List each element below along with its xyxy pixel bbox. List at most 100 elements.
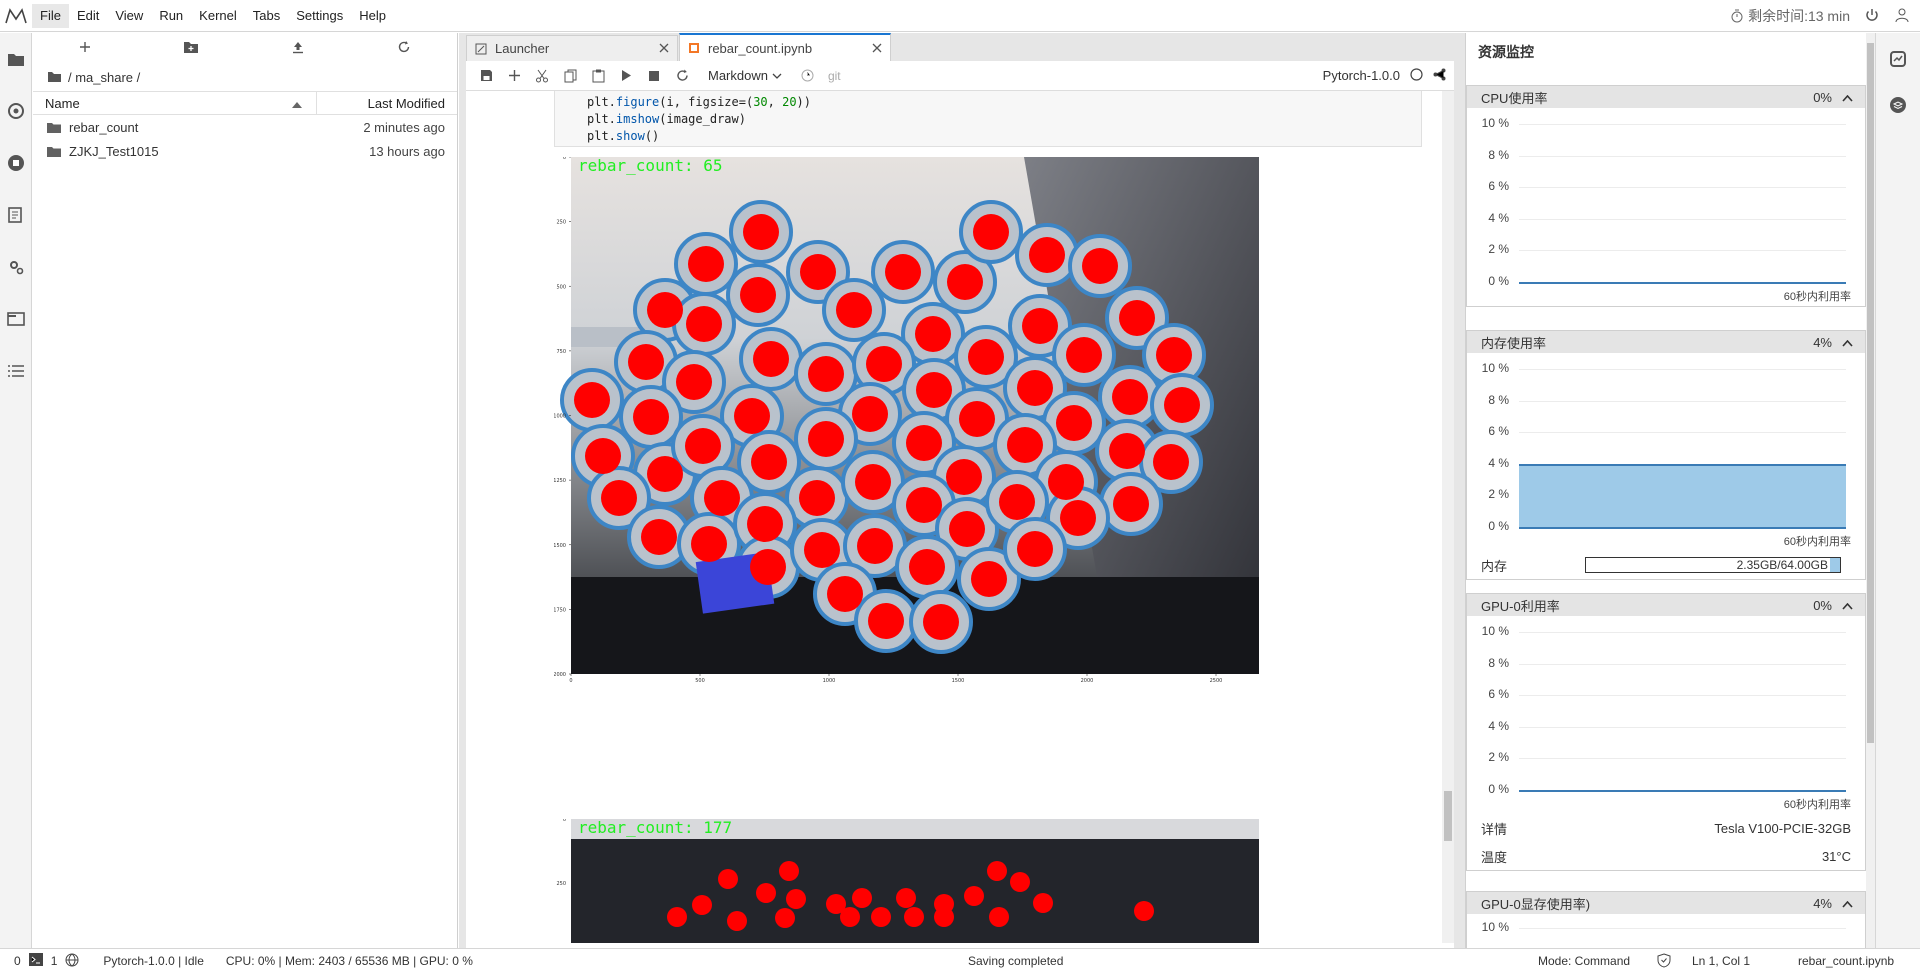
grid-line bbox=[1519, 124, 1846, 125]
git-icon[interactable] bbox=[0, 85, 32, 137]
resource-monitor-icon[interactable] bbox=[1876, 33, 1920, 85]
cell-type-select[interactable]: Markdown bbox=[708, 68, 782, 83]
new-folder-icon[interactable] bbox=[183, 40, 199, 57]
user-icon[interactable] bbox=[1894, 7, 1910, 26]
panel-splitter[interactable] bbox=[1454, 33, 1465, 948]
detection-dot bbox=[949, 511, 985, 547]
detection-dot bbox=[906, 425, 942, 461]
file-row[interactable]: rebar_count 2 minutes ago bbox=[33, 115, 457, 139]
notebook-content[interactable]: plt.figure(i, figsize=(30, 20)) plt.imsh… bbox=[466, 91, 1442, 943]
detection-dot bbox=[1007, 427, 1043, 463]
monitor-scrollbar[interactable] bbox=[1866, 33, 1875, 948]
chevron-up-icon[interactable] bbox=[1842, 598, 1853, 613]
code-cell[interactable]: plt.figure(i, figsize=(30, 20)) plt.imsh… bbox=[554, 91, 1422, 147]
gpu-memory-chart: 10 % bbox=[1467, 914, 1865, 944]
terminal-count[interactable]: 0 bbox=[0, 954, 29, 968]
notebook-scrollbar[interactable] bbox=[1442, 91, 1454, 943]
kernel-state[interactable]: Pytorch-1.0.0 | Idle bbox=[95, 954, 212, 968]
y-tick-label: 4 % bbox=[1488, 718, 1509, 733]
resource-usage: CPU: 0% | Mem: 2403 / 65536 MB | GPU: 0 … bbox=[225, 954, 473, 968]
paste-icon[interactable] bbox=[586, 64, 610, 88]
tabs-panel-icon[interactable] bbox=[0, 293, 32, 345]
scrollbar-thumb[interactable] bbox=[1867, 43, 1874, 743]
folder-icon[interactable] bbox=[0, 33, 32, 85]
power-icon[interactable] bbox=[1864, 7, 1880, 26]
menu-kernel[interactable]: Kernel bbox=[191, 4, 245, 28]
insert-cell-icon[interactable] bbox=[502, 64, 526, 88]
kernel-name[interactable]: Pytorch-1.0.0 bbox=[1323, 68, 1400, 83]
launcher-tab-icon bbox=[475, 43, 487, 54]
chevron-up-icon[interactable] bbox=[1842, 90, 1853, 105]
code-line: plt.figure(i, figsize=(30, 20)) bbox=[587, 95, 811, 109]
menu-settings[interactable]: Settings bbox=[288, 4, 351, 28]
panel-header[interactable]: 内存使用率 4% bbox=[1467, 331, 1865, 353]
save-icon[interactable] bbox=[474, 64, 498, 88]
detection-dot bbox=[804, 532, 840, 568]
detection-dot bbox=[808, 356, 844, 392]
panel-header[interactable]: GPU-0显存使用率) 4% bbox=[1467, 892, 1865, 914]
grid-line bbox=[1519, 726, 1846, 728]
new-launcher-icon[interactable] bbox=[79, 41, 91, 56]
scrollbar-thumb[interactable] bbox=[1444, 791, 1452, 841]
running-stop-icon[interactable] bbox=[0, 137, 32, 189]
column-name-header[interactable]: Name bbox=[33, 92, 317, 114]
tab-notebook[interactable]: rebar_count.ipynb bbox=[679, 33, 891, 61]
detection-dot bbox=[987, 861, 1007, 881]
column-modified-header[interactable]: Last Modified bbox=[317, 96, 457, 111]
command-mode[interactable]: Mode: Command bbox=[1530, 954, 1638, 968]
panel-value: 0% bbox=[1813, 89, 1832, 105]
tab-launcher[interactable]: Launcher bbox=[466, 35, 678, 61]
close-icon[interactable] bbox=[659, 41, 669, 56]
chevron-up-icon[interactable] bbox=[1842, 896, 1853, 911]
table-of-contents-icon[interactable] bbox=[0, 345, 32, 397]
kernel-count[interactable]: 1 bbox=[43, 954, 66, 968]
x-tick-label: 2500 bbox=[1210, 678, 1223, 684]
chevron-up-icon[interactable] bbox=[1842, 335, 1853, 350]
stop-icon[interactable] bbox=[642, 64, 666, 88]
share-icon[interactable] bbox=[1433, 68, 1446, 84]
copy-icon[interactable] bbox=[558, 64, 582, 88]
cursor-position[interactable]: Ln 1, Col 1 bbox=[1684, 954, 1758, 968]
panel-title: CPU使用率 bbox=[1481, 90, 1548, 106]
panel-value: 4% bbox=[1813, 895, 1832, 911]
detection-dot bbox=[968, 339, 1004, 375]
extension-layers-icon[interactable] bbox=[1876, 85, 1920, 125]
refresh-icon[interactable] bbox=[397, 40, 411, 57]
detection-dot bbox=[1056, 405, 1092, 441]
close-icon[interactable] bbox=[872, 41, 882, 56]
run-icon[interactable] bbox=[614, 64, 638, 88]
output-image-plot: rebar_count: 177 0 250 bbox=[556, 819, 1259, 943]
breadcrumb: / ma_share / bbox=[33, 63, 457, 91]
detection-dot bbox=[973, 214, 1009, 250]
settings-gear-icon[interactable] bbox=[0, 241, 32, 293]
y-tick-label: 0 % bbox=[1488, 273, 1509, 288]
menu-edit[interactable]: Edit bbox=[69, 4, 107, 28]
menu-help[interactable]: Help bbox=[351, 4, 394, 28]
breadcrumb-path[interactable]: / ma_share / bbox=[68, 70, 140, 85]
restart-icon[interactable] bbox=[670, 64, 694, 88]
clock-icon[interactable] bbox=[796, 64, 820, 88]
gpu-detail-value: Tesla V100-PCIE-32GB bbox=[1714, 820, 1851, 836]
panel-splitter[interactable] bbox=[459, 33, 466, 948]
cut-icon[interactable] bbox=[530, 64, 554, 88]
sort-up-icon bbox=[292, 96, 302, 111]
detection-dot bbox=[751, 444, 787, 480]
detection-dot bbox=[916, 372, 952, 408]
upload-icon[interactable] bbox=[291, 40, 305, 57]
detection-dot bbox=[852, 888, 872, 908]
detection-dot bbox=[750, 549, 786, 585]
file-row[interactable]: ZJKJ_Test1015 13 hours ago bbox=[33, 139, 457, 163]
y-tick-label: 10 % bbox=[1481, 920, 1509, 934]
inspector-shield-icon[interactable] bbox=[1657, 953, 1671, 971]
git-label[interactable]: git bbox=[828, 69, 841, 83]
panel-header[interactable]: CPU使用率 0% bbox=[1467, 86, 1865, 108]
panel-header[interactable]: GPU-0利用率 0% bbox=[1467, 594, 1865, 616]
commands-palette-icon[interactable] bbox=[0, 189, 32, 241]
y-tick-label: 1000 bbox=[554, 414, 566, 420]
menu-run[interactable]: Run bbox=[151, 4, 191, 28]
menu-tabs[interactable]: Tabs bbox=[245, 4, 288, 28]
menu-file[interactable]: File bbox=[32, 3, 69, 28]
detection-dot bbox=[786, 889, 806, 909]
menu-view[interactable]: View bbox=[107, 4, 151, 28]
y-tick-label: 6 % bbox=[1488, 687, 1509, 701]
